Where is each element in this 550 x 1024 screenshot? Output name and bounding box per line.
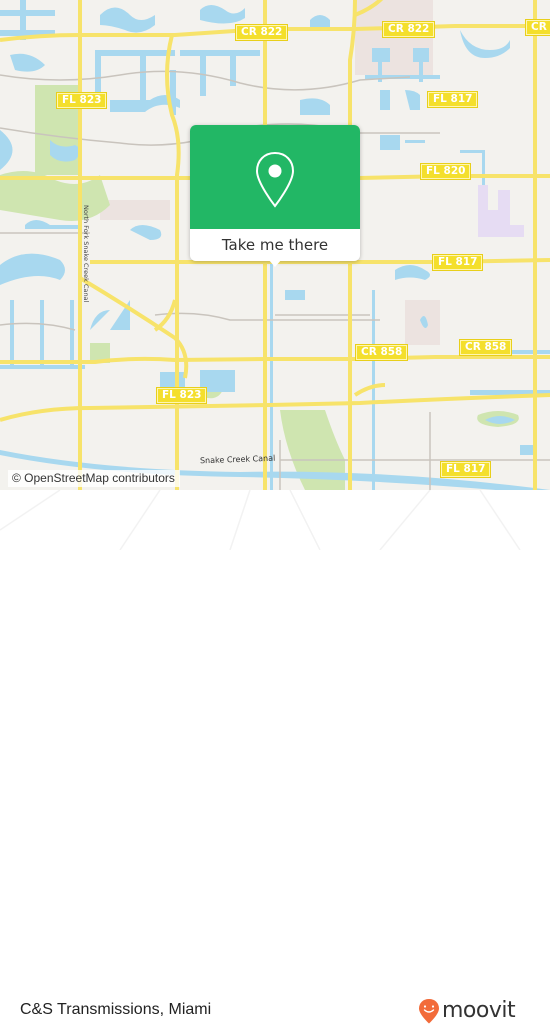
road-shield-fl820: FL 820 xyxy=(421,164,471,179)
road-shield-cr858: CR 858 xyxy=(356,345,408,360)
road-shield-fl817: FL 817 xyxy=(433,255,483,270)
road-shield-fl817: FL 817 xyxy=(441,462,491,477)
map-attribution[interactable]: © OpenStreetMap contributors xyxy=(8,470,180,487)
road-shield-cr822: CR 822 xyxy=(383,22,435,37)
card-pointer xyxy=(268,259,282,267)
moovit-wordmark: moovit xyxy=(442,998,516,1023)
road-shield-cr822: CR 8 xyxy=(526,20,550,35)
map-pin-icon xyxy=(255,151,295,208)
road-shield-fl817: FL 817 xyxy=(428,92,478,107)
road-shield-cr858: CR 858 xyxy=(460,340,512,355)
commercial-area xyxy=(100,200,170,220)
road-shield-fl823: FL 823 xyxy=(157,388,207,403)
footer: C&S Transmissions, Miami moovit xyxy=(0,490,550,1024)
moovit-logo[interactable]: moovit xyxy=(418,998,516,1024)
road-shield-cr822: CR 822 xyxy=(236,25,288,40)
destination-card: Take me there xyxy=(190,125,360,267)
card-header xyxy=(190,125,360,229)
footer-background-pattern xyxy=(0,490,521,550)
road-shield-fl823: FL 823 xyxy=(57,93,107,108)
airport-area xyxy=(478,185,524,237)
place-name: C&S Transmissions, Miami xyxy=(20,1001,212,1018)
take-me-there-button[interactable]: Take me there xyxy=(190,229,360,261)
map-view[interactable]: CR 822 CR 822 CR 8 FL 823 FL 817 FL 820 … xyxy=(0,0,550,490)
canal-vertical-label: North Fork Snake Creek Canal xyxy=(82,205,90,303)
moovit-pin-icon xyxy=(419,999,439,1024)
